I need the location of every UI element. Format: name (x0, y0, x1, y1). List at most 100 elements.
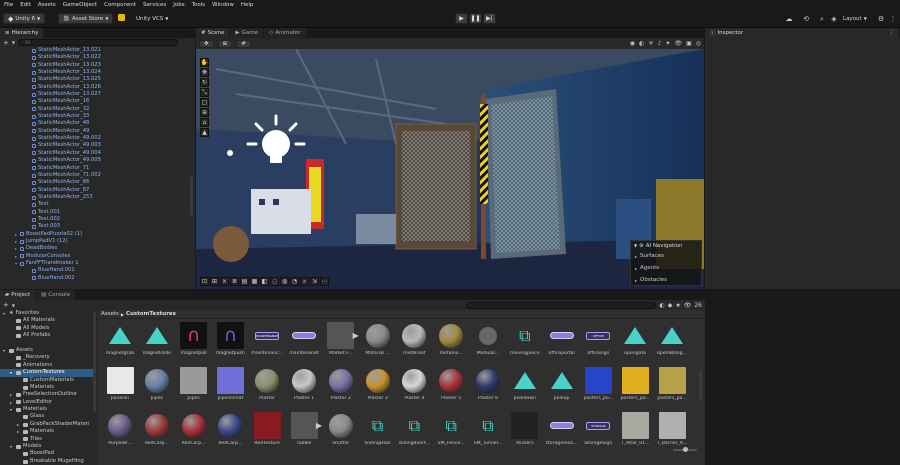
hierarchy-item[interactable]: StaticMeshActor_86 (0, 179, 190, 186)
folder-item[interactable]: ▸ GrabPackShaderMateri (0, 421, 95, 428)
hierarchy-item[interactable]: StaticMeshActor_71.002 (0, 172, 190, 179)
more-icon[interactable]: ⋮ (889, 30, 895, 36)
layout-dropdown[interactable]: Layout ▼ (839, 13, 871, 24)
asset-item[interactable]: maintenanat (286, 322, 322, 356)
package-icon[interactable] (118, 14, 125, 21)
asset-item[interactable]: poledown (507, 367, 543, 401)
asset-item[interactable]: pipes (139, 367, 175, 401)
hierarchy-item[interactable]: StaticMeshActor_49.004 (0, 150, 190, 157)
asset-item[interactable]: OFFICE officesign (580, 322, 616, 356)
asset-scrollbar[interactable] (699, 370, 702, 400)
hierarchy-item[interactable]: ▾ FanPFThandmaker 1 (0, 260, 190, 267)
folder-item[interactable]: ▾ Assets (0, 347, 95, 354)
hierarchy-item[interactable]: StaticMeshActor_71 (0, 165, 190, 172)
folder-item[interactable]: ▾ Models (0, 443, 95, 450)
asset-item[interactable]: Shutter (323, 412, 359, 446)
transform-tools-toggle[interactable]: ✋ (200, 58, 209, 67)
hierarchy-item[interactable]: BlueHand.001 (0, 267, 190, 274)
snap-toggle[interactable]: ⊡ (200, 277, 209, 286)
asset-item[interactable]: ⧉ SlidingDoor (360, 412, 396, 447)
folder-item[interactable]: Tiles (0, 436, 95, 443)
terrain-tool[interactable]: ▲ (200, 128, 209, 137)
hierarchy-search-input[interactable] (17, 39, 178, 46)
hierarchy-item[interactable]: StaticMeshActor_32 (0, 106, 190, 113)
asset-item[interactable]: poleup (544, 367, 580, 401)
asset-item[interactable]: pipes (176, 367, 212, 401)
folder-item[interactable]: All Models (0, 325, 95, 332)
hierarchy-item[interactable]: Text.001 (0, 209, 190, 216)
folder-item[interactable]: Animations (0, 362, 95, 369)
menu-item[interactable]: Assets (38, 2, 56, 8)
hierarchy-item[interactable]: StaticMeshActor_13.024 (0, 69, 190, 76)
asset-item[interactable]: ∩ magnetpush (212, 322, 248, 356)
2d-toggle-icon[interactable]: ◐ (639, 40, 644, 47)
asset-item[interactable]: Plaster 1 (286, 367, 322, 401)
caret-down-icon[interactable]: ▾ (3, 310, 7, 317)
hierarchy-item[interactable]: StaticMeshActor_13.023 (0, 62, 190, 69)
tab-scene[interactable]: # Scene (196, 28, 231, 38)
hierarchy-item[interactable]: StaticMeshActor_87 (0, 187, 190, 194)
lighting-icon[interactable]: ☀ (648, 40, 653, 47)
asset-item[interactable]: storagemon... (544, 412, 580, 446)
more-icon[interactable]: ⋮ (888, 14, 898, 24)
breadcrumb-customtextures[interactable]: CustomTextures (126, 311, 176, 317)
play-button[interactable]: ▶ (455, 13, 468, 24)
asset-item[interactable]: ⧉ SM_Tunnel... (470, 412, 506, 447)
project-search-input[interactable] (466, 301, 657, 309)
asset-item[interactable]: MAINTENANCE maintenanc... (249, 322, 285, 356)
ai-nav-item[interactable]: ▸ Agents (631, 262, 701, 274)
hierarchy-item[interactable]: StaticMeshActor_13.026 (0, 84, 190, 91)
hierarchy-item[interactable]: StaticMeshActor_49.003 (0, 142, 190, 149)
cloth-toggle[interactable]: ◧ (260, 277, 269, 286)
caret-down-icon[interactable]: ▾ (10, 406, 14, 413)
gizmos-icon[interactable]: ◎ (696, 40, 701, 47)
hierarchy-item[interactable]: StaticMeshActor_33 (0, 113, 190, 120)
hierarchy-item[interactable]: Text.002 (0, 216, 190, 223)
hierarchy-item[interactable]: StaticMeshActor_13.022 (0, 54, 190, 61)
asset-item[interactable]: RedCarp... (212, 412, 248, 446)
hierarchy-item[interactable]: StaticMeshActor_49.002 (0, 135, 190, 142)
asset-item[interactable]: panelan (102, 367, 138, 401)
asset-item[interactable]: metalno... (433, 322, 469, 356)
hierarchy-item[interactable]: StaticMeshActor_13.025 (0, 76, 190, 83)
asset-item[interactable]: ⧉ SM_Fence... (433, 412, 469, 447)
breadcrumb-assets[interactable]: Assets (101, 311, 119, 317)
menu-item[interactable]: Window (212, 2, 234, 8)
hierarchy-item[interactable]: ▸ DeadBodies (0, 245, 190, 252)
expand-toggle[interactable]: ⇲ (310, 277, 319, 286)
hierarchy-item[interactable]: BlueHand.002 (0, 275, 190, 282)
caret-right-icon[interactable]: ▸ (17, 421, 21, 428)
asset-item[interactable]: Plaster (249, 367, 285, 401)
menu-item[interactable]: Jobs (173, 2, 184, 8)
tab-inspector[interactable]: ⓘ Inspector ⋮ (705, 28, 900, 38)
asset-item[interactable]: magnetslide (139, 322, 175, 356)
folder-item[interactable]: Breakable MugeHing (0, 458, 95, 465)
scene-tool-dropdown[interactable]: ✥ (199, 39, 214, 48)
tab-animator[interactable]: ◇ Animator (264, 28, 307, 38)
visibility-icon[interactable]: 👁 (674, 40, 682, 47)
menu-item[interactable]: Help (241, 2, 254, 8)
settings-icon[interactable]: ⚙ (876, 14, 886, 24)
transform-tool[interactable]: ⊕ (200, 108, 209, 117)
asset-item[interactable]: pipesmmat (212, 367, 248, 401)
account-button[interactable]: ◆ Unity 6 ▼ (3, 13, 46, 24)
asset-item[interactable]: T_Barrier_A... (654, 412, 690, 446)
asset-item[interactable]: Modular... (470, 322, 506, 356)
asset-item[interactable]: Plaster 5 (433, 367, 469, 401)
hierarchy-item[interactable]: ▸ ModularConsoles (0, 253, 190, 260)
asset-item[interactable]: Material ... (360, 322, 396, 356)
asset-item[interactable]: STORAGE StorageSign (580, 412, 616, 446)
more-toggle[interactable]: ⋯ (320, 277, 329, 286)
asset-item[interactable]: T_Altar_01... (617, 412, 653, 446)
asset-item[interactable]: stickers (507, 412, 543, 446)
filter-type-icon[interactable]: ◐ (659, 302, 664, 309)
hierarchy-item[interactable]: ▸ BoostPadPuzzle02 (1) (0, 231, 190, 238)
layers-toggle[interactable]: ▤ (240, 277, 249, 286)
asset-item[interactable]: RedTexture (249, 412, 285, 446)
search-toggle[interactable]: ⌕ (300, 277, 309, 286)
pivot-dropdown[interactable]: ⊞ (217, 39, 233, 48)
tab-game[interactable]: ▶ Game (230, 28, 264, 38)
grid-dropdown[interactable]: # (236, 39, 251, 48)
navmesh-toggle[interactable]: ▦ (250, 277, 259, 286)
menu-item[interactable]: GameObject (63, 2, 97, 8)
